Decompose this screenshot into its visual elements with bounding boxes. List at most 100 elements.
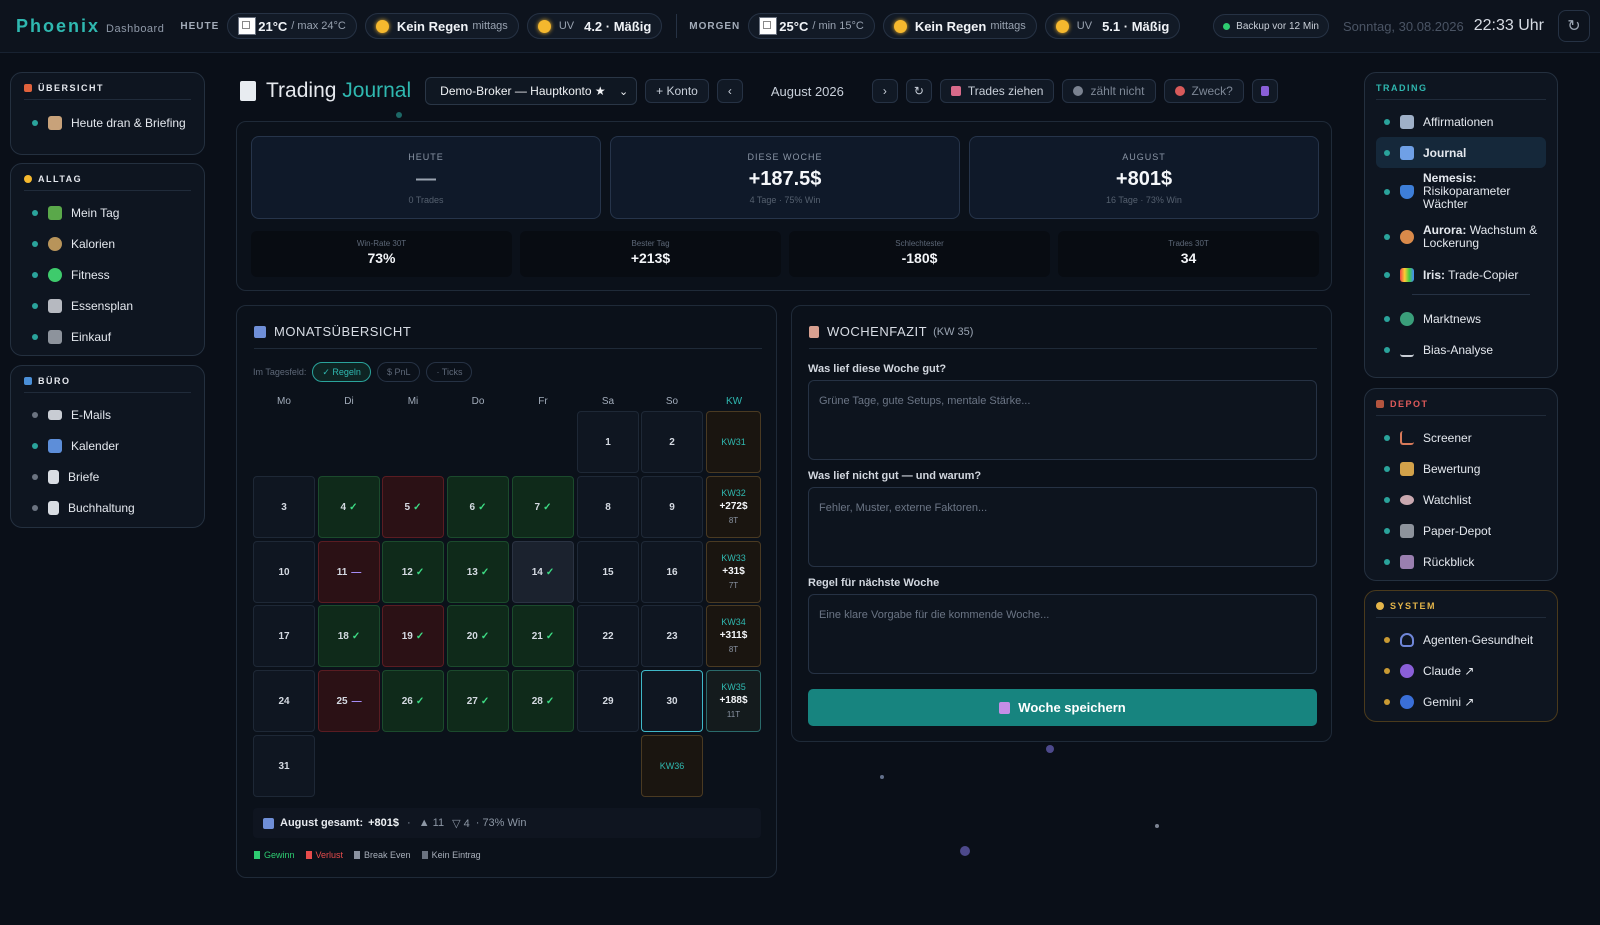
next-rule-textarea[interactable]: Eine klare Vorgabe für die kommende Woch…	[808, 594, 1317, 674]
month-summary: August gesamt: +801$ · ▲ 11 ▽ 4 · 73% Wi…	[253, 808, 761, 838]
week-summary[interactable]: KW36	[641, 735, 703, 797]
backup-status[interactable]: Backup vor 12 Min	[1213, 14, 1329, 38]
calendar-day[interactable]: 10	[253, 541, 315, 603]
stat-value: +187.5$	[748, 168, 822, 190]
week-summary[interactable]: KW34 +311$ 8T	[706, 605, 761, 667]
sidebar-item-briefing[interactable]: Heute dran & Briefing	[24, 106, 191, 140]
section-title-label: DEPOT	[1390, 399, 1429, 409]
calendar-day[interactable]: 14 ✓	[512, 541, 574, 603]
week-summary[interactable]: KW32 +272$ 8T	[706, 476, 761, 538]
week-summary[interactable]: KW35 +188$ 11T	[706, 670, 761, 732]
calendar-day[interactable]: 11—	[318, 541, 380, 603]
sidebar-item-kalorien[interactable]: Kalorien	[24, 228, 191, 259]
extra-button[interactable]	[1251, 79, 1278, 103]
reload-button[interactable]: ↻	[905, 79, 932, 103]
sidebar-item-journal[interactable]: Journal	[1376, 137, 1546, 168]
check-icon: ✓	[480, 630, 490, 642]
sidebar-item-label: Affirmationen	[1423, 114, 1494, 129]
calendar-day[interactable]: 29	[577, 670, 639, 732]
sidebar-item-label: Journal	[1423, 145, 1467, 160]
filter-ticks[interactable]: · Ticks	[426, 362, 473, 382]
sidebar-item-fitness[interactable]: Fitness	[24, 259, 191, 290]
summary-label: August gesamt:	[280, 817, 364, 829]
sidebar-item-watchlist[interactable]: Watchlist	[1376, 484, 1546, 515]
pull-trades-button[interactable]: Trades ziehen	[939, 79, 1055, 103]
purpose-button[interactable]: Zweck?	[1163, 79, 1244, 103]
sidebar-item-mein-tag[interactable]: Mein Tag	[24, 197, 191, 228]
sidebar-item-emails[interactable]: E-Mails	[24, 399, 191, 430]
calendar-day[interactable]: 23	[641, 605, 703, 667]
calendar-day[interactable]: 2	[641, 411, 703, 473]
calendar-day[interactable]: 20 ✓	[447, 605, 509, 667]
calendar-day[interactable]: 17	[253, 605, 315, 667]
calendar-day[interactable]: 19 ✓	[382, 605, 444, 667]
tomorrow-uv: 5.1 · Mäßig	[1102, 18, 1170, 34]
check-icon: ✓	[543, 501, 552, 513]
calendar-day[interactable]: 25—	[318, 670, 380, 732]
calendar-day[interactable]: 9	[641, 476, 703, 538]
calendar-day[interactable]: 13 ✓	[447, 541, 509, 603]
sidebar-item-paper-depot[interactable]: Paper-Depot	[1376, 515, 1546, 546]
shield-icon	[1400, 184, 1414, 199]
day-number: 29	[602, 695, 614, 707]
calendar-day[interactable]: 5 ✓	[382, 476, 444, 538]
sidebar-item-kalender[interactable]: Kalender	[24, 430, 191, 461]
refresh-button[interactable]: ↻	[1558, 10, 1590, 42]
calendar-day[interactable]: 31	[253, 735, 315, 797]
day-number: 25	[336, 695, 348, 707]
sidebar-item-einkauf[interactable]: Einkauf	[24, 321, 191, 352]
today-max: / max 24°C	[291, 20, 346, 32]
sidebar-item-briefe[interactable]: Briefe	[24, 461, 191, 492]
calendar-day[interactable]: 28 ✓	[512, 670, 574, 732]
sidebar-item-rueckblick[interactable]: Rückblick	[1376, 546, 1546, 577]
today-rain-sub: mittags	[472, 20, 508, 32]
calendar-day[interactable]: 27 ✓	[447, 670, 509, 732]
prev-month-button[interactable]: ‹	[716, 79, 743, 103]
calendar-day[interactable]: 24	[253, 670, 315, 732]
legend-break-even: Break Even	[354, 850, 411, 860]
day-number: 7	[534, 501, 541, 513]
calendar-day[interactable]: 16	[641, 541, 703, 603]
calendar-day[interactable]: 15	[577, 541, 639, 603]
calendar-day[interactable]: 18 ✓	[318, 605, 380, 667]
calendar-day[interactable]: 26 ✓	[382, 670, 444, 732]
sidebar-item-claude[interactable]: Claude ↗	[1376, 655, 1546, 686]
sidebar-item-marktnews[interactable]: Marktnews	[1376, 303, 1546, 334]
sidebar-item-nemesis[interactable]: Nemesis: Risikoparameter Wächter	[1376, 168, 1546, 215]
check-icon: ✓	[415, 630, 425, 642]
calendar-day[interactable]: 7 ✓	[512, 476, 574, 538]
week-summary[interactable]: KW31	[706, 411, 761, 473]
sidebar-item-aurora[interactable]: Aurora: Wachstum & Lockerung	[1376, 215, 1546, 259]
sidebar-item-bias-analyse[interactable]: Bias-Analyse	[1376, 334, 1546, 365]
week-number: KW32	[721, 488, 746, 498]
sidebar-item-gemini[interactable]: Gemini ↗	[1376, 686, 1546, 717]
sidebar-item-screener[interactable]: Screener	[1376, 422, 1546, 453]
calendar-day[interactable]: 30	[641, 670, 703, 732]
sidebar-item-affirmationen[interactable]: Affirmationen	[1376, 106, 1546, 137]
question-went-well: Was lief diese Woche gut?	[808, 363, 947, 375]
filter-pnl[interactable]: $ PnL	[376, 362, 421, 382]
calendar-day[interactable]: 22	[577, 605, 639, 667]
sidebar-item-bewertung[interactable]: Bewertung	[1376, 453, 1546, 484]
add-account-button[interactable]: + Konto	[645, 79, 709, 103]
went-well-textarea[interactable]: Grüne Tage, gute Setups, mentale Stärke.…	[808, 380, 1317, 460]
week-summary[interactable]: KW33 +31$ 7T	[706, 541, 761, 603]
save-week-button[interactable]: Woche speichern	[808, 689, 1317, 726]
calendar-day[interactable]: 6 ✓	[447, 476, 509, 538]
calendar-day[interactable]: 12 ✓	[382, 541, 444, 603]
calendar-day[interactable]: 1	[577, 411, 639, 473]
sidebar-item-essensplan[interactable]: Essensplan	[24, 290, 191, 321]
plate-icon	[48, 298, 62, 313]
sidebar-item-agenten-gesundheit[interactable]: Agenten-Gesundheit	[1376, 624, 1546, 655]
next-month-button[interactable]: ›	[871, 79, 898, 103]
calendar-day[interactable]: 3	[253, 476, 315, 538]
account-select[interactable]: Demo-Broker — Hauptkonto ★ ⌄	[425, 77, 638, 105]
sidebar-item-buchhaltung[interactable]: Buchhaltung	[24, 492, 191, 523]
calendar-day[interactable]: 21 ✓	[512, 605, 574, 667]
filter-rules[interactable]: ✓ Regeln	[312, 362, 371, 382]
sidebar-item-iris[interactable]: Iris: Trade-Copier	[1376, 259, 1546, 290]
calendar-day[interactable]: 4 ✓	[318, 476, 380, 538]
calendar-day[interactable]: 8	[577, 476, 639, 538]
not-counting-toggle[interactable]: zählt nicht	[1062, 79, 1156, 103]
went-badly-textarea[interactable]: Fehler, Muster, externe Faktoren...	[808, 487, 1317, 567]
